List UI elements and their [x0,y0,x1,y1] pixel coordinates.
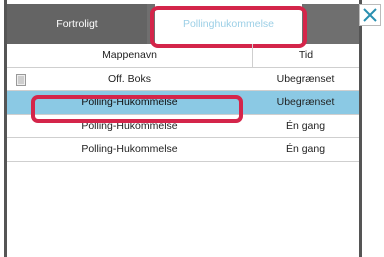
table-row[interactable]: Off. Boks Ubegrænset [7,68,359,91]
table-row[interactable]: Polling-Hukommelse Én gang [7,138,359,162]
tab-label: Fortroligt [56,18,98,30]
tab-fortroligt[interactable]: Fortroligt [7,4,147,44]
row-time: Ubegrænset [276,96,335,109]
row-time: Én gang [285,119,326,132]
empty-list-area [7,175,359,257]
column-header-time[interactable]: Tid [252,44,359,67]
column-header-name[interactable]: Mappenavn [7,44,252,67]
row-name: Polling-Hukommelse [81,143,178,156]
row-name: Off. Boks [108,72,151,85]
close-icon [363,8,377,22]
tab-bar-empty [302,4,359,44]
highlight-annotation-row [31,95,243,123]
table-header: Mappenavn Tid [7,44,359,68]
row-time: Én gang [285,143,326,156]
close-button[interactable] [359,4,381,26]
row-time: Ubegrænset [276,72,335,85]
highlight-annotation-tab [150,6,307,48]
